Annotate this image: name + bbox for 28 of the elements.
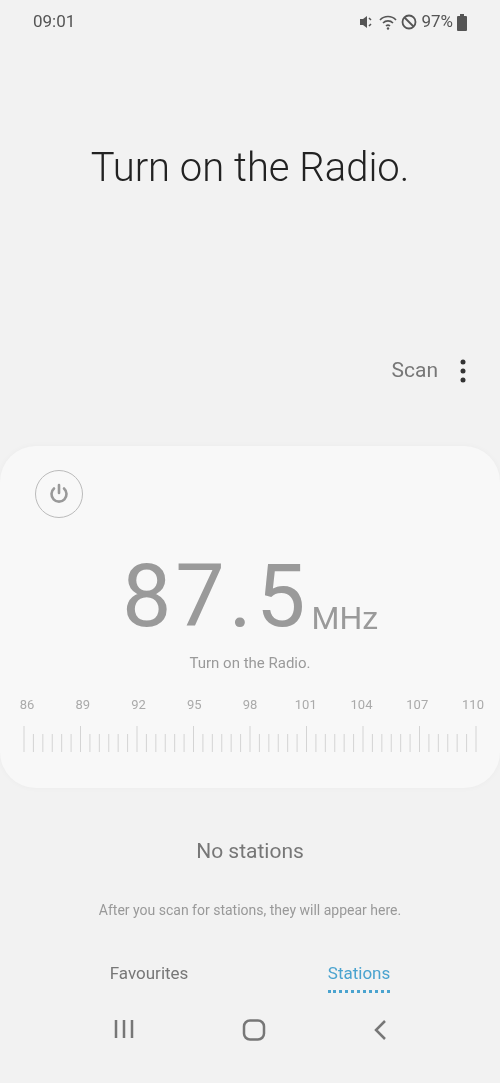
scale-label: 104 [349, 695, 374, 714]
back-icon[interactable] [372, 1019, 387, 1041]
more-options-icon[interactable] [460, 359, 466, 383]
tuner-message: Turn on the Radio. [188, 653, 312, 674]
tab[interactable]: Favourites [109, 960, 189, 993]
empty-state-title: No stations [196, 838, 304, 865]
scale-label: 89 [74, 695, 92, 714]
home-icon[interactable] [242, 1019, 266, 1041]
scale-label: 110 [461, 695, 485, 714]
do-not-disturb-icon [401, 14, 418, 30]
scale-label: 98 [241, 695, 259, 714]
battery-percent: 97% [421, 10, 453, 34]
scale-label: 92 [130, 695, 147, 714]
scale-label: 95 [185, 695, 203, 714]
status-time: 09:01 [33, 10, 76, 34]
tab[interactable]: Stations [327, 960, 391, 993]
page-title: Turn on the Radio. [90, 143, 410, 193]
frequency-unit: MHz [311, 600, 379, 636]
wifi-icon [379, 14, 398, 30]
frequency-value: 87.5 [121, 556, 310, 636]
power-icon [47, 482, 71, 506]
scale-label: 86 [18, 695, 36, 714]
scale-label: 107 [405, 695, 430, 714]
battery-icon [457, 13, 467, 31]
scan-button[interactable]: Scan [391, 355, 438, 387]
recent-apps-icon[interactable] [113, 1019, 136, 1039]
empty-state-hint: After you scan for stations, they will appear here. [98, 900, 402, 920]
scale-label: 101 [293, 695, 318, 714]
